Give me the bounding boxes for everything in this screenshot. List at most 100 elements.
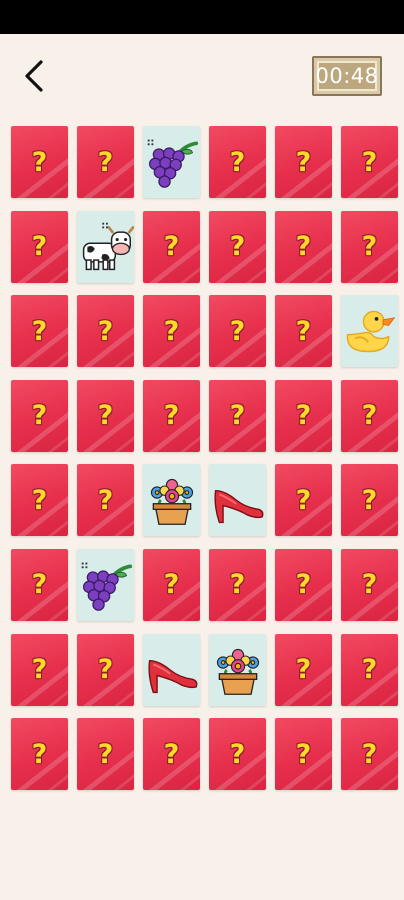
question-mark: ? (31, 569, 48, 601)
card-hidden-r4c6[interactable]: ? (341, 379, 398, 452)
cow-icon (82, 222, 134, 270)
card-hidden-r8c4[interactable]: ? (209, 718, 266, 791)
timer: 00:48 (312, 56, 382, 96)
card-hidden-r8c5[interactable]: ? (275, 718, 332, 791)
card-hidden-r2c4[interactable]: ? (209, 210, 266, 283)
card-cow-r2c2[interactable] (77, 210, 134, 283)
grapes-icon (147, 139, 198, 188)
card-hidden-r3c5[interactable]: ? (275, 295, 332, 368)
card-hidden-r7c5[interactable]: ? (275, 633, 332, 706)
question-mark: ? (295, 400, 312, 432)
card-hidden-r1c5[interactable]: ? (275, 126, 332, 198)
card-hidden-r5c2[interactable]: ? (77, 464, 134, 537)
grapes-icon (81, 562, 132, 611)
question-mark: ? (361, 146, 378, 178)
card-hidden-r7c6[interactable]: ? (341, 633, 398, 706)
card-hidden-r2c1[interactable]: ? (11, 210, 68, 283)
card-hidden-r8c2[interactable]: ? (77, 718, 134, 791)
card-hidden-r2c5[interactable]: ? (275, 210, 332, 283)
card-hidden-r4c5[interactable]: ? (275, 379, 332, 452)
card-hidden-r6c6[interactable]: ? (341, 548, 398, 621)
card-hidden-r3c4[interactable]: ? (209, 295, 266, 368)
question-mark: ? (97, 654, 114, 686)
question-mark: ? (31, 738, 48, 770)
card-hidden-r6c3[interactable]: ? (143, 548, 200, 621)
card-hidden-r7c1[interactable]: ? (11, 633, 68, 706)
card-hidden-r1c6[interactable]: ? (341, 126, 398, 198)
grapes-picture (77, 549, 134, 621)
flower-pot-icon (150, 479, 193, 526)
question-mark: ? (31, 315, 48, 347)
question-mark: ? (229, 146, 246, 178)
card-hidden-r5c6[interactable]: ? (341, 464, 398, 537)
card-grid: ?? ???? ????????? ???????? ? ? ? ? ? ? ?… (11, 126, 398, 791)
card-high-heel-r7c3[interactable] (143, 633, 200, 706)
question-mark: ? (97, 484, 114, 516)
card-hidden-r1c4[interactable]: ? (209, 126, 266, 198)
high-heel-picture (209, 464, 266, 536)
card-hidden-r4c1[interactable]: ? (11, 379, 68, 452)
status-bar (0, 0, 404, 34)
question-mark: ? (295, 146, 312, 178)
question-mark: ? (295, 654, 312, 686)
card-hidden-r5c1[interactable]: ? (11, 464, 68, 537)
card-hidden-r3c3[interactable]: ? (143, 295, 200, 368)
question-mark: ? (361, 738, 378, 770)
question-mark: ? (163, 315, 180, 347)
card-high-heel-r5c4[interactable] (209, 464, 266, 537)
card-grapes-r1c3[interactable] (143, 126, 200, 198)
question-mark: ? (163, 231, 180, 263)
question-mark: ? (229, 315, 246, 347)
question-mark: ? (229, 569, 246, 601)
card-hidden-r3c1[interactable]: ? (11, 295, 68, 368)
question-mark: ? (97, 146, 114, 178)
question-mark: ? (229, 738, 246, 770)
card-hidden-r1c1[interactable]: ? (11, 126, 68, 198)
card-hidden-r7c2[interactable]: ? (77, 633, 134, 706)
high-heel-icon (147, 659, 197, 693)
card-hidden-r2c3[interactable]: ? (143, 210, 200, 283)
high-heel-picture (143, 634, 200, 706)
question-mark: ? (163, 569, 180, 601)
question-mark: ? (295, 569, 312, 601)
card-hidden-r4c3[interactable]: ? (143, 379, 200, 452)
question-mark: ? (295, 738, 312, 770)
question-mark: ? (31, 231, 48, 263)
question-mark: ? (295, 231, 312, 263)
grapes-picture (143, 126, 200, 198)
card-hidden-r8c3[interactable]: ? (143, 718, 200, 791)
card-grapes-r6c2[interactable] (77, 548, 134, 621)
question-mark: ? (295, 315, 312, 347)
timer-value: 00:48 (315, 61, 378, 91)
question-mark: ? (31, 146, 48, 178)
question-mark: ? (361, 484, 378, 516)
card-hidden-r8c1[interactable]: ? (11, 718, 68, 791)
card-hidden-r4c2[interactable]: ? (77, 379, 134, 452)
card-hidden-r8c6[interactable]: ? (341, 718, 398, 791)
card-hidden-r5c5[interactable]: ? (275, 464, 332, 537)
question-mark: ? (97, 400, 114, 432)
question-mark: ? (229, 400, 246, 432)
question-mark: ? (97, 738, 114, 770)
question-mark: ? (31, 654, 48, 686)
question-mark: ? (31, 400, 48, 432)
card-hidden-r6c4[interactable]: ? (209, 548, 266, 621)
question-mark: ? (361, 569, 378, 601)
card-duck-r3c6[interactable] (341, 295, 398, 368)
question-mark: ? (361, 231, 378, 263)
question-mark: ? (361, 654, 378, 686)
card-hidden-r6c1[interactable]: ? (11, 548, 68, 621)
card-flower-pot-r7c4[interactable] (209, 633, 266, 706)
question-mark: ? (229, 231, 246, 263)
card-flower-pot-r5c3[interactable] (143, 464, 200, 537)
card-hidden-r4c4[interactable]: ? (209, 379, 266, 452)
back-button[interactable] (14, 56, 54, 96)
card-hidden-r3c2[interactable]: ? (77, 295, 134, 368)
card-hidden-r2c6[interactable]: ? (341, 210, 398, 283)
question-mark: ? (295, 484, 312, 516)
card-hidden-r6c5[interactable]: ? (275, 548, 332, 621)
flower-pot-picture (143, 464, 200, 536)
question-mark: ? (97, 315, 114, 347)
card-hidden-r1c2[interactable]: ? (77, 126, 134, 198)
flower-pot-picture (209, 634, 266, 706)
